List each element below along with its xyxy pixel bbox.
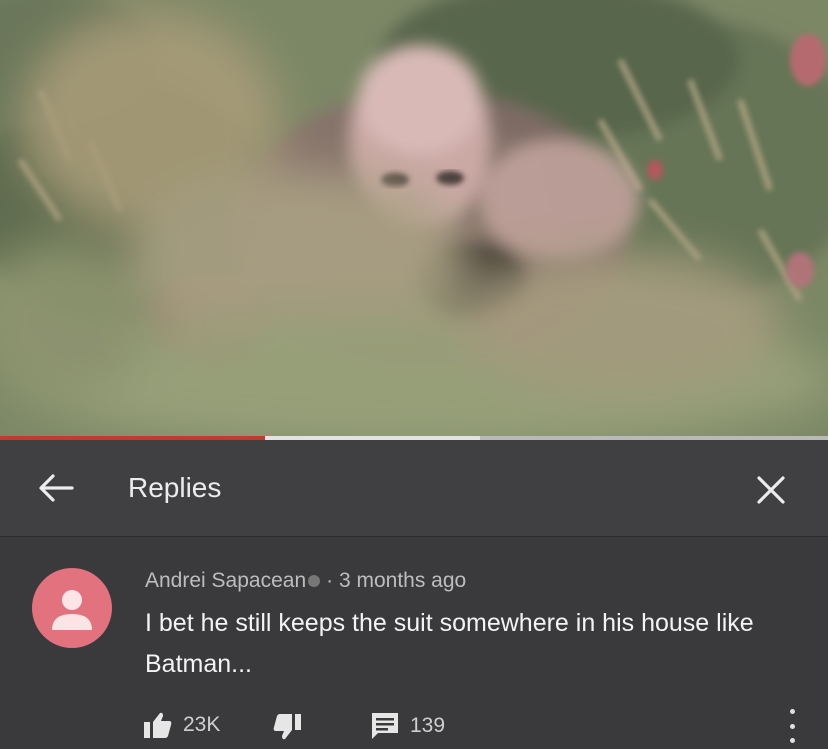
like-count: 23K (183, 713, 221, 736)
more-dot-icon (789, 709, 795, 714)
more-options-button[interactable] (778, 709, 806, 743)
replies-header: Replies (0, 440, 828, 537)
video-player[interactable] (0, 0, 828, 436)
back-button[interactable] (28, 468, 84, 508)
author-badge-icon (308, 575, 321, 588)
header-title: Replies (128, 472, 222, 503)
meta-separator: · (326, 569, 334, 592)
dislike-button[interactable] (272, 713, 302, 741)
comment: Andrei Sapacean · 3 months ago I bet he s… (0, 537, 828, 749)
arrow-left-icon (39, 474, 74, 502)
more-dot-icon (789, 738, 795, 743)
avatar[interactable] (32, 568, 112, 648)
close-button[interactable] (748, 468, 794, 512)
reply-count: 139 (410, 714, 446, 737)
comment-actions: 23K 139 (0, 705, 828, 745)
default-avatar-icon (52, 590, 92, 630)
comment-time: 3 months ago (338, 569, 467, 592)
thumbs-down-icon (273, 714, 301, 740)
like-button[interactable]: 23K (143, 711, 220, 739)
comment-meta: Andrei Sapacean · 3 months ago (145, 567, 466, 595)
reply-button[interactable]: 139 (370, 711, 445, 741)
author-name[interactable]: Andrei Sapacean (145, 569, 306, 592)
comment-icon (372, 713, 398, 739)
close-icon (757, 476, 785, 504)
thumbs-up-icon (144, 712, 172, 738)
video-frame-image (0, 0, 828, 436)
comment-text: I bet he still keeps the suit somewhere … (145, 609, 754, 678)
more-dot-icon (789, 723, 795, 729)
